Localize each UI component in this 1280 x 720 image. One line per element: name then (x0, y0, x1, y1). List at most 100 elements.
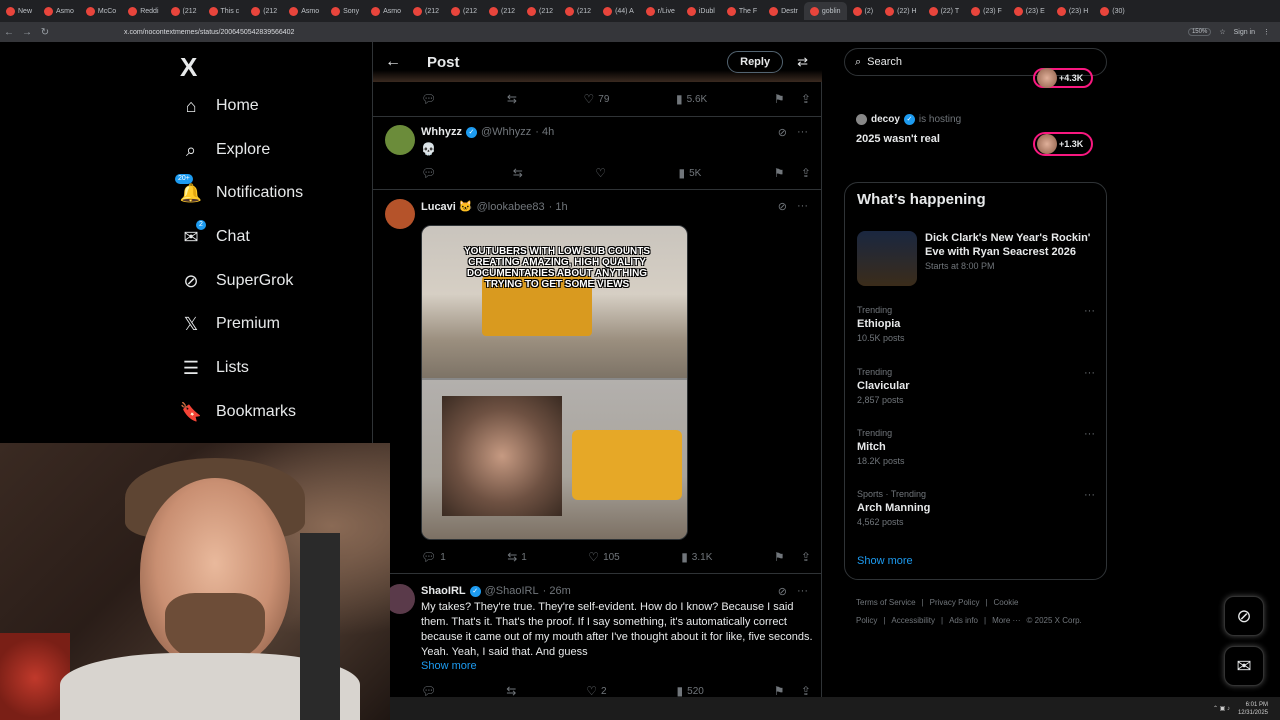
reload-icon[interactable]: ↻ (36, 27, 54, 38)
footer-link[interactable]: © 2025 X Corp. (1027, 616, 1082, 625)
footer-link[interactable]: Privacy Policy (930, 598, 980, 607)
tweet-time[interactable]: · 1h (549, 201, 568, 213)
browser-tab[interactable]: (212 (483, 2, 521, 20)
nav-item-chat[interactable]: ✉ 2 Chat (180, 220, 250, 248)
nav-item-home[interactable]: ⌂ Home (180, 95, 259, 117)
tweet-author[interactable]: Whhyzz ✓ @Whhyzz · 4h (421, 126, 554, 138)
more-icon[interactable]: ··· (1084, 489, 1095, 501)
avatar[interactable] (385, 125, 415, 155)
share-icon[interactable]: ⇪ (801, 92, 811, 106)
browser-tab[interactable]: (212 (559, 2, 597, 20)
like-action[interactable]: ♡ 105 (588, 550, 619, 564)
browser-tab[interactable]: Asmo (283, 2, 325, 20)
share-icon[interactable]: ⇪ (801, 550, 811, 564)
like-action[interactable]: ♡ 2 (586, 684, 606, 698)
zoom-level[interactable]: 150% (1187, 28, 1212, 36)
x-logo[interactable]: X (180, 52, 197, 83)
like-action[interactable]: ♡ (595, 166, 606, 180)
repost-action[interactable]: ⇆ 1 (507, 550, 527, 564)
grok-icon[interactable]: ⊘ (778, 200, 787, 213)
repost-action[interactable]: ⇆ (507, 92, 517, 106)
browser-tab[interactable]: (212 (521, 2, 559, 20)
show-more-link[interactable]: Show more (857, 555, 913, 567)
tweet-time[interactable]: · 4h (535, 126, 554, 138)
star-icon[interactable]: ☆ (1219, 28, 1225, 36)
tweet-author[interactable]: ShaoIRL ✓ @ShaoIRL · 26m (421, 585, 571, 597)
bookmark-icon[interactable]: ⚑ (774, 550, 785, 564)
filter-icon[interactable]: ⇄ (797, 54, 808, 70)
views-action[interactable]: ▮ 3.1K (681, 550, 712, 564)
browser-tab[interactable]: (212 (445, 2, 483, 20)
tweet-author[interactable]: Lucavi 🐱 @lookabee83 · 1h (421, 200, 568, 214)
bookmark-icon[interactable]: ⚑ (774, 92, 785, 106)
forward-browser-icon[interactable]: → (18, 27, 36, 38)
footer-link[interactable]: Accessibility (891, 616, 935, 625)
reply-action[interactable]: 💬︎ (421, 92, 440, 106)
nav-item-notifications[interactable]: 🔔 20+ Notifications (175, 174, 303, 204)
nav-item-explore[interactable]: ⌕ Explore (180, 139, 270, 161)
meme-image[interactable]: YOUTUBERS WITH LOW SUB COUNTS CREATING A… (421, 225, 688, 540)
more-icon[interactable]: ··· (797, 126, 808, 139)
browser-tab[interactable]: (23) E (1008, 2, 1051, 20)
browser-tab[interactable]: (22) T (923, 2, 966, 20)
browser-tab[interactable]: This c (203, 2, 246, 20)
browser-tab[interactable]: New (0, 2, 38, 20)
bookmark-icon[interactable]: ⚑ (774, 684, 785, 698)
browser-tab[interactable]: (212 (165, 2, 203, 20)
more-icon[interactable]: ··· (797, 585, 808, 598)
reply-action[interactable]: 💬︎ 1 (421, 550, 446, 564)
trend-item[interactable]: Trending Clavicular 2,857 posts ··· (857, 367, 1097, 405)
signin-button[interactable]: Sign in (1234, 29, 1255, 36)
like-action[interactable]: ♡ 79 (584, 92, 610, 106)
bookmark-icon[interactable]: ⚑ (774, 166, 785, 180)
browser-tab[interactable]: Destr (763, 2, 804, 20)
browser-tab[interactable]: The F (721, 2, 763, 20)
browser-tab[interactable]: (22) H (879, 2, 922, 20)
browser-tab[interactable]: Asmo (365, 2, 407, 20)
nav-item-lists[interactable]: ☰ Lists (180, 357, 249, 379)
views-action[interactable]: ▮ 5.6K (676, 92, 707, 106)
footer-link[interactable]: More ··· (992, 616, 1020, 625)
browser-tab[interactable]: Sony (325, 2, 365, 20)
browser-tab[interactable]: (30) (1094, 2, 1130, 20)
live-count-pill[interactable]: +4.3K (1033, 68, 1093, 88)
grok-fab-icon[interactable]: ⊘ (1224, 596, 1264, 636)
browser-tab[interactable]: iDubl (681, 2, 721, 20)
show-more-link[interactable]: Show more (421, 660, 477, 672)
more-icon[interactable]: ··· (797, 200, 808, 213)
tweet-time[interactable]: · 26m (543, 585, 571, 597)
more-icon[interactable]: ··· (1084, 367, 1095, 379)
repost-action[interactable]: ⇆ (513, 166, 523, 180)
menu-icon[interactable]: ⋮ (1263, 28, 1270, 36)
reply-action[interactable]: 💬︎ (421, 166, 440, 180)
nav-item-supergrok[interactable]: ⊘ SuperGrok (180, 270, 293, 292)
live-spaces-card[interactable]: +4.3K decoy ✓ is hosting 2025 wasn't rea… (844, 68, 1107, 172)
grok-icon[interactable]: ⊘ (778, 585, 787, 598)
views-action[interactable]: ▮ 520 (677, 684, 704, 698)
browser-tab[interactable]: goblin (803, 2, 847, 20)
back-browser-icon[interactable]: ← (0, 27, 18, 38)
search-input[interactable]: Search (867, 56, 902, 68)
more-icon[interactable]: ··· (1084, 305, 1095, 317)
browser-tab[interactable]: (2) (847, 2, 880, 20)
nav-item-premium[interactable]: 𝕏 Premium (180, 313, 280, 335)
nav-item-bookmarks[interactable]: 🔖 Bookmarks (180, 401, 296, 423)
reply-action[interactable]: 💬︎ (421, 684, 436, 698)
tweet[interactable]: Lucavi 🐱 @lookabee83 · 1h ⊘ ··· YOUTUBERS… (373, 190, 822, 573)
browser-tab[interactable]: McCo (80, 2, 122, 20)
trend-item[interactable]: Trending Ethiopia 10.5K posts ··· (857, 305, 1097, 343)
browser-tab[interactable]: (212 (245, 2, 283, 20)
browser-tab[interactable]: (212 (407, 2, 445, 20)
repost-action[interactable]: ⇆ (506, 684, 516, 698)
address-bar[interactable]: x.com/nocontextmemes/status/200645054283… (124, 29, 294, 36)
tweet[interactable]: Whhyzz ✓ @Whhyzz · 4h ⊘ ··· 💀 💬︎ ⇆ ♡ ▮ 5K … (373, 117, 822, 189)
reply-button[interactable]: Reply (727, 51, 784, 73)
trend-item[interactable]: Sports · Trending Arch Manning 4,562 posts… (857, 489, 1097, 527)
browser-tab[interactable]: (23) F (965, 2, 1008, 20)
more-icon[interactable]: ··· (1084, 428, 1095, 440)
messages-fab-icon[interactable]: ✉ (1224, 646, 1264, 686)
browser-tab[interactable]: (44) A (597, 2, 640, 20)
browser-tab[interactable]: r/Live (640, 2, 681, 20)
browser-tab[interactable]: Reddi (122, 2, 164, 20)
footer-link[interactable]: Ads info (949, 616, 978, 625)
